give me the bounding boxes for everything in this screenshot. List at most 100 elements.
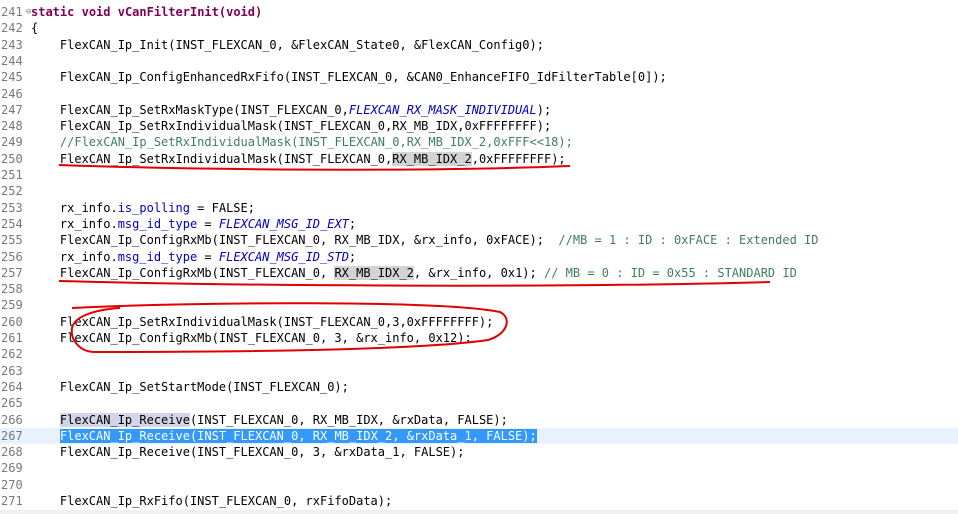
line-number: 256 (1, 249, 23, 264)
code-token: FlexCAN_Ip_SetRxIndividualMask(INST_FLEX… (31, 151, 393, 166)
code-token: // MB = 0 : ID = 0x55 : STANDARD ID (543, 265, 797, 280)
code-token: //MB = 1 : ID : 0xFACE : Extended ID (558, 233, 819, 248)
line-number: 261 (1, 331, 23, 345)
code-text: FlexCAN_Ip_ConfigRxMb(INST_FLEXCAN_0, 3,… (31, 330, 472, 346)
code-token: FlexCAN_Ip_ConfigRxMb(INST_FLEXCAN_0, (31, 265, 335, 280)
code-text: FlexCAN_Ip_Receive(INST_FLEXCAN_0, RX_MB… (31, 428, 537, 444)
line-number: 260 (1, 314, 23, 329)
code-line[interactable]: 271 FlexCAN_Ip_RxFifo(INST_FLEXCAN_0, rx… (0, 493, 958, 509)
code-line[interactable]: 262 (0, 346, 958, 362)
code-text: rx_info.msg_id_type = FLEXCAN_MSG_ID_STD… (31, 249, 356, 265)
line-number: 264 (1, 379, 23, 394)
code-token: = (197, 249, 219, 264)
code-line[interactable]: 241 ⊖ static void vCanFilterInit(void) (0, 4, 958, 20)
code-line[interactable]: 244 (0, 53, 958, 69)
code-text: //FlexCAN_Ip_SetRxIndividualMask(INST_FL… (31, 134, 573, 150)
code-text: FlexCAN_Ip_Receive(INST_FLEXCAN_0, RX_MB… (31, 412, 508, 428)
code-editor[interactable]: 241 ⊖ static void vCanFilterInit(void) 242 {… (0, 0, 958, 514)
code-line[interactable]: 270 (0, 477, 958, 493)
code-line[interactable]: 260 FlexCAN_Ip_SetRxIndividualMask(INST_… (0, 314, 958, 330)
code-token: RX_MB_IDX_2 (392, 151, 472, 166)
code-token: FlexCAN_Ip_Receive(INST_FLEXCAN_0, 3, &r… (31, 445, 465, 460)
code-token: static (31, 5, 75, 19)
line-number: 257 (1, 265, 23, 280)
code-token: , &rx_info, 0x1); (413, 265, 544, 280)
code-line[interactable]: 265 (0, 395, 958, 411)
code-text: FlexCAN_Ip_SetRxMaskType(INST_FLEXCAN_0,… (31, 102, 551, 118)
code-line[interactable]: 263 (0, 363, 958, 379)
line-number: 246 (1, 86, 23, 101)
code-line[interactable]: 253 rx_info.is_polling = FALSE; (0, 200, 958, 216)
line-number: 271 (1, 494, 23, 508)
code-token: ,0xFFFFFFFF); (471, 151, 566, 166)
code-token: FlexCAN_Ip_RxFifo(INST_FLEXCAN_0, rxFifo… (31, 494, 393, 508)
line-number: 251 (1, 168, 23, 182)
code-line[interactable]: 261 FlexCAN_Ip_ConfigRxMb(INST_FLEXCAN_0… (0, 330, 958, 346)
code-token: rx_info. (31, 200, 118, 215)
code-token: is_polling (117, 200, 190, 215)
code-line[interactable]: 264 FlexCAN_Ip_SetStartMode(INST_FLEXCAN… (0, 379, 958, 395)
code-token: { (31, 21, 39, 36)
code-line[interactable]: 254 rx_info.msg_id_type = FLEXCAN_MSG_ID… (0, 216, 958, 232)
code-token: FLEXCAN_RX_MASK_INDIVIDUAL (348, 102, 537, 117)
code-line[interactable]: 250 FlexCAN_Ip_SetRxIndividualMask(INST_… (0, 151, 958, 167)
code-line[interactable]: 257 FlexCAN_Ip_ConfigRxMb(INST_FLEXCAN_0… (0, 265, 958, 281)
code-token: FlexCAN_Ip_Init(INST_FLEXCAN_0, &FlexCAN… (31, 37, 544, 52)
line-number: 259 (1, 298, 23, 313)
code-line[interactable]: 256 rx_info.msg_id_type = FLEXCAN_MSG_ID… (0, 249, 958, 265)
line-number: 248 (1, 119, 23, 134)
line-number: 265 (1, 396, 23, 411)
code-token: void (226, 5, 256, 19)
editor-bottom-edge (0, 510, 958, 514)
code-line[interactable]: 255 FlexCAN_Ip_ConfigRxMb(INST_FLEXCAN_0… (0, 232, 958, 248)
line-number: 269 (1, 461, 23, 476)
code-token: ; (348, 216, 357, 231)
code-text: FlexCAN_Ip_SetStartMode(INST_FLEXCAN_0); (31, 379, 349, 395)
line-number: 268 (1, 445, 23, 460)
code-token: rx_info. (31, 249, 118, 264)
code-line[interactable]: 258 (0, 281, 958, 297)
code-token: ); (536, 102, 552, 117)
line-number: 253 (1, 200, 23, 215)
code-line[interactable]: 266 FlexCAN_Ip_Receive(INST_FLEXCAN_0, R… (0, 412, 958, 428)
code-line[interactable]: 246 (0, 86, 958, 102)
code-token: = FALSE; (189, 200, 255, 215)
code-token: msg_id_type (117, 216, 198, 231)
code-line[interactable]: 242 { (0, 20, 958, 36)
code-token: //FlexCAN_Ip_SetRxIndividualMask(INST_FL… (59, 135, 573, 150)
code-line[interactable]: 251 (0, 167, 958, 183)
code-line[interactable]: 249 //FlexCAN_Ip_SetRxIndividualMask(INS… (0, 134, 958, 150)
code-token: FlexCAN_Ip_ConfigRxMb(INST_FLEXCAN_0, RX… (31, 233, 559, 248)
code-token: (INST_FLEXCAN_0, RX_MB_IDX, &rxData, FAL… (189, 412, 508, 427)
code-text: static void vCanFilterInit(void) (31, 4, 262, 20)
code-text: FlexCAN_Ip_RxFifo(INST_FLEXCAN_0, rxFifo… (31, 493, 392, 509)
code-line[interactable]: 248 FlexCAN_Ip_SetRxIndividualMask(INST_… (0, 118, 958, 134)
code-token: FlexCAN_Ip_ConfigRxMb(INST_FLEXCAN_0, 3,… (31, 331, 472, 345)
code-token: vCanFilterInit( (117, 5, 227, 19)
code-token: ) (255, 5, 263, 19)
line-number: 242 (1, 21, 23, 36)
line-number: 263 (1, 363, 23, 378)
code-line[interactable]: 267 FlexCAN_Ip_Receive(INST_FLEXCAN_0, R… (0, 427, 958, 444)
code-line[interactable]: 268 FlexCAN_Ip_Receive(INST_FLEXCAN_0, 3… (0, 444, 958, 460)
code-text: rx_info.msg_id_type = FLEXCAN_MSG_ID_EXT… (31, 216, 356, 232)
code-text: FlexCAN_Ip_SetRxIndividualMask(INST_FLEX… (31, 118, 551, 134)
code-line[interactable]: 247 FlexCAN_Ip_SetRxMaskType(INST_FLEXCA… (0, 102, 958, 118)
code-text: FlexCAN_Ip_SetRxIndividualMask(INST_FLEX… (31, 314, 493, 330)
code-text: FlexCAN_Ip_ConfigRxMb(INST_FLEXCAN_0, RX… (31, 265, 797, 281)
code-line[interactable]: 243 FlexCAN_Ip_Init(INST_FLEXCAN_0, &Fle… (0, 37, 958, 53)
line-number: 247 (1, 102, 23, 117)
code-token: FlexCAN_Ip_SetStartMode(INST_FLEXCAN_0); (31, 379, 349, 394)
code-line[interactable]: 245 FlexCAN_Ip_ConfigEnhancedRxFifo(INST… (0, 69, 958, 85)
code-token: FlexCAN_Ip_ConfigEnhancedRxFifo(INST_FLE… (31, 70, 667, 85)
code-line[interactable]: 252 (0, 183, 958, 199)
code-text: FlexCAN_Ip_SetRxIndividualMask(INST_FLEX… (31, 151, 566, 167)
line-number: 244 (1, 53, 23, 68)
code-line[interactable]: 259 (0, 297, 958, 313)
code-token: FlexCAN_Ip_Receive(INST_FLEXCAN_0, RX_MB… (59, 428, 537, 443)
code-line[interactable]: 269 (0, 460, 958, 476)
